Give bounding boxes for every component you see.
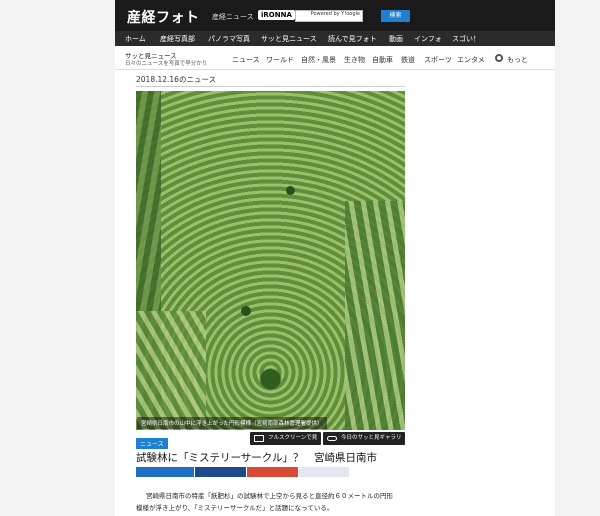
search-input[interactable]: Powered by Y!oogle — [295, 10, 363, 22]
category-entame[interactable]: エンタメ — [457, 55, 485, 65]
article-body-line1: 宮崎県日南市の特産「飫肥杉」の試験林で上空から見ると直径約６０メートルの円形 — [146, 492, 393, 500]
article-photo[interactable] — [136, 91, 405, 430]
link-sankei-news[interactable]: 産経ニュース — [212, 12, 254, 22]
photo-forest-bottom-left — [136, 311, 206, 430]
photo-forest-right — [345, 201, 405, 430]
article-date: 2018.12.16のニュース — [136, 75, 217, 84]
nav-item-satto-news[interactable]: サッと見ニュース — [261, 34, 317, 44]
category-nature[interactable]: 自然・風景 — [301, 55, 336, 65]
share-button-4[interactable] — [299, 467, 349, 477]
fullscreen-button[interactable]: フルスクリーンで見る — [250, 432, 321, 454]
gallery-icon — [327, 436, 337, 441]
more-link[interactable]: もっと — [507, 55, 528, 65]
category-tag[interactable]: ニュース — [136, 438, 168, 449]
site-logo[interactable]: 産経フォト — [127, 7, 200, 27]
article-headline: 試験林に「ミステリーサークル」？ 宮崎県日南市 — [136, 452, 377, 464]
gear-icon[interactable] — [495, 54, 503, 62]
link-ironna[interactable]: iRONNA — [258, 10, 295, 20]
category-sports[interactable]: スポーツ — [424, 55, 452, 65]
divider — [136, 86, 405, 87]
share-button-1[interactable] — [136, 467, 194, 477]
photo-circle-center — [241, 306, 251, 316]
category-rail[interactable]: 鉄道 — [401, 55, 415, 65]
photo-spot — [286, 186, 295, 195]
sub-nav: サッと見ニュース 日々のニュースを写真で早分かり ニュース ワールド 自然・風景… — [115, 46, 555, 70]
nav-item-info[interactable]: インフォ — [414, 34, 442, 44]
share-button-2[interactable] — [195, 467, 246, 477]
nav-item-photo-dept[interactable]: 産経写真部 — [160, 34, 195, 44]
share-button-3[interactable] — [247, 467, 298, 477]
nav-item-home[interactable]: ホーム — [125, 34, 146, 44]
top-bar: 産経フォト 産経ニュース iRONNA Powered by Y!oogle 検… — [115, 0, 555, 31]
category-cars[interactable]: 自動車 — [372, 55, 393, 65]
category-animals[interactable]: 生き物 — [344, 55, 365, 65]
nav-item-yonde-photo[interactable]: 読んで見フォト — [328, 34, 377, 44]
nav-item-panorama[interactable]: パノラマ写真 — [208, 34, 250, 44]
nav-item-video[interactable]: 動画 — [389, 34, 403, 44]
search-powered-label: Powered by Y!oogle — [310, 11, 360, 17]
photo-caption: 宮崎県日南市の山中に浮き上がった円形模様（宮崎南部森林管理署提供） — [137, 417, 327, 429]
gallery-button[interactable]: 今日のサッと見ギャラリー — [323, 432, 405, 454]
category-news[interactable]: ニュース — [232, 55, 260, 65]
category-world[interactable]: ワールド — [266, 55, 294, 65]
fullscreen-icon — [254, 435, 264, 442]
search-button[interactable]: 検索 — [381, 10, 410, 22]
main-nav: ホーム 産経写真部 パノラマ写真 サッと見ニュース 読んで見フォト 動画 インフ… — [115, 31, 555, 46]
section-subtitle: 日々のニュースを写真で早分かり — [125, 61, 208, 67]
nav-item-sugoi[interactable]: スゴい！ — [452, 34, 480, 44]
article-body-line2: 模様が浮き上がり、「ミステリーサークルだ」と話題になっている。 — [136, 504, 334, 512]
